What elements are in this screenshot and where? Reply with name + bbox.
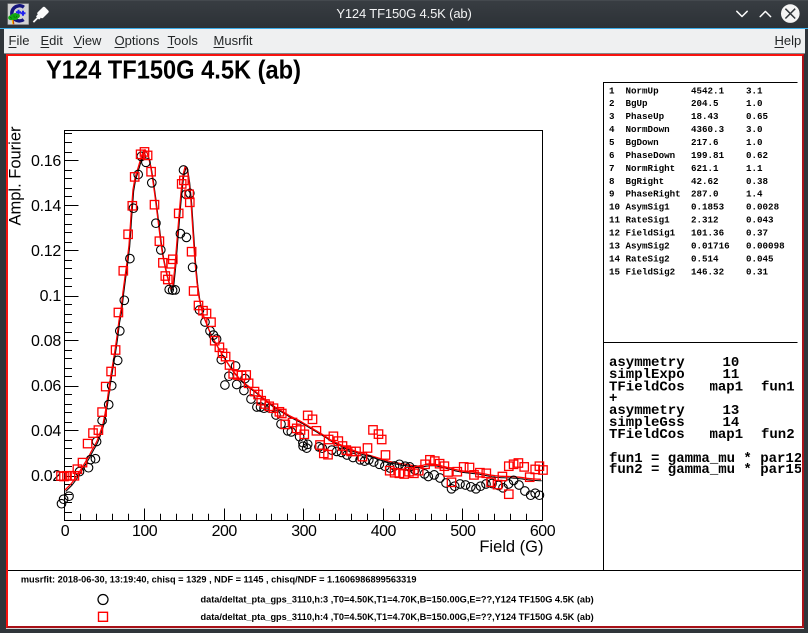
svg-text:FieldSig1: FieldSig1 [626,228,676,239]
svg-text:3.1: 3.1 [746,85,763,96]
svg-text:BgRight: BgRight [626,176,665,187]
svg-text:PhaseDown: PhaseDown [626,150,676,161]
svg-text:fun1: fun1 [761,379,795,395]
svg-text:2.312: 2.312 [691,215,719,226]
svg-text:3: 3 [609,111,615,122]
svg-text:0.04: 0.04 [31,423,61,440]
svg-text:8: 8 [609,176,615,187]
svg-text:287.0: 287.0 [691,189,719,200]
svg-text:1.1: 1.1 [746,163,763,174]
svg-text:Y124 TF150G 4.5K (ab): Y124 TF150G 4.5K (ab) [46,56,301,85]
svg-text:musrfit: 2018-06-30, 13:19:40,: musrfit: 2018-06-30, 13:19:40, chisq = 1… [21,575,417,585]
svg-text:data/deltat_pta_gps_3110,h:3 ,: data/deltat_pta_gps_3110,h:3 ,T0=4.50K,T… [201,595,594,605]
svg-text:200: 200 [212,523,238,540]
svg-text:0.01716: 0.01716 [691,241,730,252]
svg-text:0.00098: 0.00098 [746,241,785,252]
svg-text:0.514: 0.514 [691,253,719,264]
svg-text:0.043: 0.043 [746,215,774,226]
svg-text:0.16: 0.16 [31,153,61,170]
svg-text:0.14: 0.14 [31,198,61,215]
svg-text:13: 13 [609,241,621,252]
svg-text:map1: map1 [710,427,744,443]
svg-text:BgUp: BgUp [626,98,649,109]
svg-text:0.045: 0.045 [746,253,774,264]
svg-text:4542.1: 4542.1 [691,85,725,96]
svg-text:NormRight: NormRight [626,163,676,174]
svg-text:AsymSig2: AsymSig2 [626,241,670,252]
svg-text:2: 2 [609,98,615,109]
svg-text:18.43: 18.43 [691,111,719,122]
svg-text:fun2 = gamma_mu * par15: fun2 = gamma_mu * par15 [609,462,801,478]
svg-text:0.37: 0.37 [746,228,768,239]
svg-text:data/deltat_pta_gps_3110,h:4 ,: data/deltat_pta_gps_3110,h:4 ,T0=4.50K,T… [201,612,594,622]
svg-text:0.65: 0.65 [746,111,769,122]
svg-text:0.08: 0.08 [31,333,61,350]
svg-text:400: 400 [371,523,397,540]
svg-text:15: 15 [609,266,621,277]
svg-text:0.0028: 0.0028 [746,202,780,213]
svg-text:9: 9 [609,189,615,200]
svg-text:BgDown: BgDown [626,137,659,148]
svg-text:TFieldCos: TFieldCos [609,379,685,395]
svg-text:14: 14 [609,253,621,264]
svg-text:11: 11 [609,215,621,226]
svg-text:PhaseRight: PhaseRight [626,189,681,200]
svg-text:300: 300 [291,523,317,540]
svg-text:6: 6 [609,150,615,161]
svg-text:1: 1 [609,85,615,96]
svg-text:0.12: 0.12 [31,243,61,260]
svg-text:0: 0 [61,523,70,540]
svg-text:0.06: 0.06 [31,378,61,395]
svg-text:4360.3: 4360.3 [691,124,725,135]
svg-text:RateSig2: RateSig2 [626,253,670,264]
svg-text:0.31: 0.31 [746,266,769,277]
svg-text:146.32: 146.32 [691,266,724,277]
svg-text:map1: map1 [710,379,744,395]
svg-text:199.81: 199.81 [691,150,725,161]
svg-text:Ampl. Fourier: Ampl. Fourier [8,126,25,226]
svg-text:1.4: 1.4 [746,189,763,200]
svg-text:3.0: 3.0 [746,124,763,135]
svg-text:PhaseUp: PhaseUp [626,111,665,122]
svg-text:0.38: 0.38 [746,176,769,187]
svg-text:621.1: 621.1 [691,163,719,174]
svg-text:FieldSig2: FieldSig2 [626,266,676,277]
svg-text:204.5: 204.5 [691,98,719,109]
svg-text:7: 7 [609,163,615,174]
svg-text:AsymSig1: AsymSig1 [626,202,671,213]
svg-text:500: 500 [450,523,476,540]
svg-text:fun2: fun2 [761,427,795,443]
svg-text:Field (G): Field (G) [479,538,543,556]
svg-text:5: 5 [609,137,615,148]
svg-text:42.62: 42.62 [691,176,719,187]
svg-text:0.1: 0.1 [40,288,62,305]
svg-text:12: 12 [609,228,620,239]
svg-text:0.1853: 0.1853 [691,202,725,213]
svg-text:0.62: 0.62 [746,150,768,161]
svg-text:10: 10 [609,202,620,213]
svg-text:1.0: 1.0 [746,98,763,109]
svg-text:100: 100 [132,523,158,540]
svg-text:RateSig1: RateSig1 [626,215,671,226]
svg-text:4: 4 [609,124,615,135]
svg-text:NormUp: NormUp [626,85,660,96]
svg-text:1.0: 1.0 [746,137,763,148]
svg-text:NormDown: NormDown [626,124,670,135]
svg-text:101.36: 101.36 [691,228,724,239]
svg-text:TFieldCos: TFieldCos [609,427,685,443]
svg-text:217.6: 217.6 [691,137,719,148]
